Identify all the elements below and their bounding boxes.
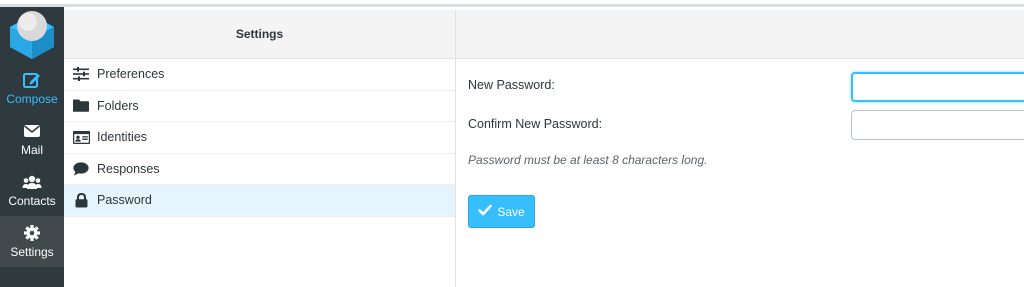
comment-icon (72, 161, 90, 177)
password-hint: Password must be at least 8 characters l… (468, 153, 708, 167)
compose-icon (22, 71, 42, 89)
nav-compose[interactable]: Compose (0, 63, 64, 114)
checkmark-icon (478, 204, 493, 219)
settings-list-title: Settings (64, 10, 455, 59)
nav-settings[interactable]: Settings (0, 216, 64, 267)
settings-item-preferences[interactable]: Preferences (64, 59, 455, 91)
nav-mail[interactable]: Mail (0, 114, 64, 165)
settings-item-responses[interactable]: Responses (64, 154, 455, 185)
nav-compose-label: Compose (6, 92, 58, 106)
save-button-label: Save (497, 204, 525, 219)
settings-item-label: Identities (97, 130, 148, 145)
contacts-icon (22, 173, 42, 191)
folder-icon (72, 98, 90, 114)
settings-item-label: Folders (97, 98, 139, 113)
settings-list-panel: Settings Preferences Folders Identities … (64, 10, 456, 287)
nav-contacts[interactable]: Contacts (0, 165, 64, 216)
nav-settings-label: Settings (10, 245, 54, 259)
settings-item-label: Password (97, 193, 152, 208)
new-password-input[interactable] (851, 72, 1024, 102)
confirm-password-label: Confirm New Password: (468, 117, 603, 131)
nav-mail-label: Mail (20, 143, 43, 157)
gear-icon (22, 224, 42, 242)
mail-icon (22, 122, 42, 140)
password-settings-pane: New Password: Confirm New Password: Pass… (456, 10, 1024, 287)
settings-item-label: Responses (97, 161, 160, 176)
settings-item-folders[interactable]: Folders (64, 91, 455, 122)
nav-contacts-label: Contacts (8, 194, 56, 208)
content-header (456, 10, 1024, 59)
lock-icon (72, 192, 90, 208)
app-logo (0, 7, 64, 61)
top-border (0, 0, 1024, 7)
id-card-icon (72, 129, 90, 145)
new-password-label: New Password: (468, 78, 555, 92)
save-button[interactable]: Save (468, 195, 535, 228)
confirm-password-input[interactable] (851, 110, 1024, 140)
settings-item-identities[interactable]: Identities (64, 122, 455, 154)
main-nav: Compose Mail Contacts Settings (0, 7, 64, 287)
sliders-icon (72, 66, 90, 82)
settings-item-label: Preferences (97, 67, 165, 82)
settings-item-password[interactable]: Password (64, 185, 455, 217)
